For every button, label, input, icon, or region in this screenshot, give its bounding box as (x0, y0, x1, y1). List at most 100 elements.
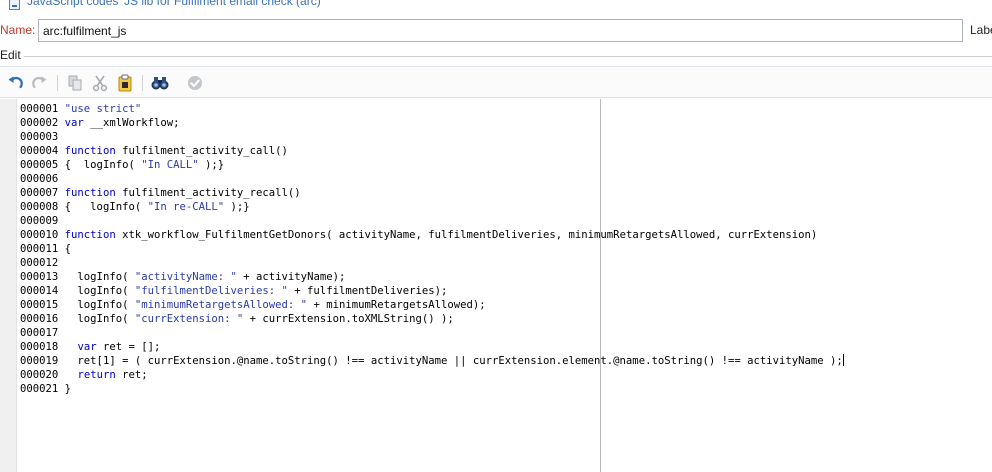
code-text: + fulfilmentDeliveries); (287, 285, 448, 297)
code-editor[interactable]: 000001 "use strict" 000002 var __xmlWorkf… (0, 99, 992, 472)
line-number: 000019 (20, 355, 59, 367)
code-line[interactable]: 000021 } (20, 382, 844, 396)
line-number: 000021 (20, 383, 59, 395)
redo-button[interactable] (30, 73, 50, 93)
check-icon (188, 76, 202, 90)
code-line[interactable]: 000006 (20, 172, 844, 186)
code-line[interactable]: 000001 "use strict" (20, 102, 844, 116)
edit-section-divider (22, 56, 992, 57)
line-number: 000018 (20, 341, 59, 353)
code-line[interactable]: 000008 { logInfo( "In re-CALL" );} (20, 200, 844, 214)
paste-icon (118, 74, 132, 92)
line-number: 000015 (20, 299, 59, 311)
cut-button[interactable] (90, 73, 110, 93)
line-number: 000011 (20, 243, 59, 255)
code-string: "In CALL" (141, 159, 199, 171)
code-line[interactable]: 000013 logInfo( "activityName: " + activ… (20, 270, 844, 284)
code-line[interactable]: 000002 var __xmlWorkflow; (20, 116, 844, 130)
code-text: { logInfo( (64, 201, 148, 213)
code-line[interactable]: 000017 (20, 326, 844, 340)
line-number: 000010 (20, 229, 59, 241)
label-field-label: Labe (970, 23, 992, 37)
editor-gutter (0, 99, 17, 472)
code-keyword: var (77, 341, 97, 353)
code-text: ret[1] = ( currExtension.@name.toString(… (64, 355, 843, 367)
toolbar-separator (142, 75, 143, 91)
line-number: 000005 (20, 159, 59, 171)
code-line[interactable]: 000018 var ret = []; (20, 340, 844, 354)
line-number: 000012 (20, 257, 59, 269)
code-keyword: var (64, 117, 84, 129)
code-string: "activityName: " (134, 271, 237, 283)
code-text: fulfilment_activity_recall() (115, 187, 301, 199)
code-text: + activityName); (236, 271, 346, 283)
code-line[interactable]: 000020 return ret; (20, 368, 844, 382)
copy-button[interactable] (65, 73, 85, 93)
window-title: JavaScript codes 'JS lib for Fulfilment … (27, 0, 324, 8)
code-line[interactable]: 000003 (20, 130, 844, 144)
line-number: 000008 (20, 201, 59, 213)
code-text: );} (198, 159, 225, 171)
code-text: logInfo( (64, 313, 135, 325)
code-keyword: function (64, 187, 116, 199)
name-label: Name: (0, 23, 36, 37)
code-text: logInfo( (64, 285, 135, 297)
code-text: ret; (115, 369, 148, 381)
code-text: + minimumRetargetsAllowed); (307, 299, 486, 311)
code-line[interactable]: 000019 ret[1] = ( currExtension.@name.to… (20, 354, 844, 368)
code-string: "minimumRetargetsAllowed: " (134, 299, 308, 311)
code-line[interactable]: 000014 logInfo( "fulfilmentDeliveries: "… (20, 284, 844, 298)
line-number: 000001 (20, 103, 59, 115)
copy-icon (68, 75, 82, 91)
code-string: "currExtension: " (134, 313, 244, 325)
editor-toolbar (0, 66, 992, 98)
find-button[interactable] (150, 73, 170, 93)
line-number: 000009 (20, 215, 59, 227)
line-number: 000016 (20, 313, 59, 325)
cut-icon (92, 75, 108, 92)
text-caret (842, 354, 844, 366)
code-text: fulfilment_activity_call() (115, 145, 288, 157)
code-text: + currExtension.toXMLString() ); (243, 313, 454, 325)
name-input[interactable] (38, 19, 963, 42)
line-number: 000017 (20, 327, 59, 339)
code-line[interactable]: 000012 (20, 256, 844, 270)
code-keyword: return (77, 369, 116, 381)
code-string: "fulfilmentDeliveries: " (134, 285, 288, 297)
code-keyword: function (64, 145, 116, 157)
check-syntax-button[interactable] (185, 73, 205, 93)
line-number: 000020 (20, 369, 59, 381)
code-text: ret = []; (96, 341, 161, 353)
code-text: } (64, 383, 72, 395)
code-line[interactable]: 000015 logInfo( "minimumRetargetsAllowed… (20, 298, 844, 312)
code-line[interactable]: 000007 function fulfilment_activity_reca… (20, 186, 844, 200)
code-text: __xmlWorkflow; (83, 117, 180, 129)
undo-icon (8, 76, 23, 89)
code-line[interactable]: 000016 logInfo( "currExtension: " + curr… (20, 312, 844, 326)
undo-button[interactable] (5, 73, 25, 93)
paste-button[interactable] (115, 73, 135, 93)
code-lines[interactable]: 000001 "use strict" 000002 var __xmlWorkf… (20, 102, 844, 396)
line-number: 000006 (20, 173, 59, 185)
code-line[interactable]: 000009 (20, 214, 844, 228)
code-line[interactable]: 000010 function xtk_workflow_FulfilmentG… (20, 228, 844, 242)
line-number: 000013 (20, 271, 59, 283)
line-number: 000007 (20, 187, 59, 199)
code-string: "In re-CALL" (147, 201, 225, 213)
line-number: 000014 (20, 285, 59, 297)
redo-icon (32, 76, 47, 89)
code-line[interactable]: 000011 { (20, 242, 844, 256)
code-text: logInfo( (64, 271, 135, 283)
code-text: xtk_workflow_FulfilmentGetDonors( activi… (115, 229, 818, 241)
window-title-bar: JavaScript codes 'JS lib for Fulfilment … (0, 0, 992, 14)
toolbar-separator (57, 75, 58, 91)
code-line[interactable]: 000004 function fulfilment_activity_call… (20, 144, 844, 158)
code-text: logInfo( (64, 299, 135, 311)
binoculars-icon (151, 77, 169, 90)
code-string: "use strict" (64, 103, 142, 115)
edit-section-label: Edit (0, 48, 24, 62)
code-keyword: function (64, 229, 116, 241)
code-line[interactable]: 000005 { logInfo( "In CALL" );} (20, 158, 844, 172)
